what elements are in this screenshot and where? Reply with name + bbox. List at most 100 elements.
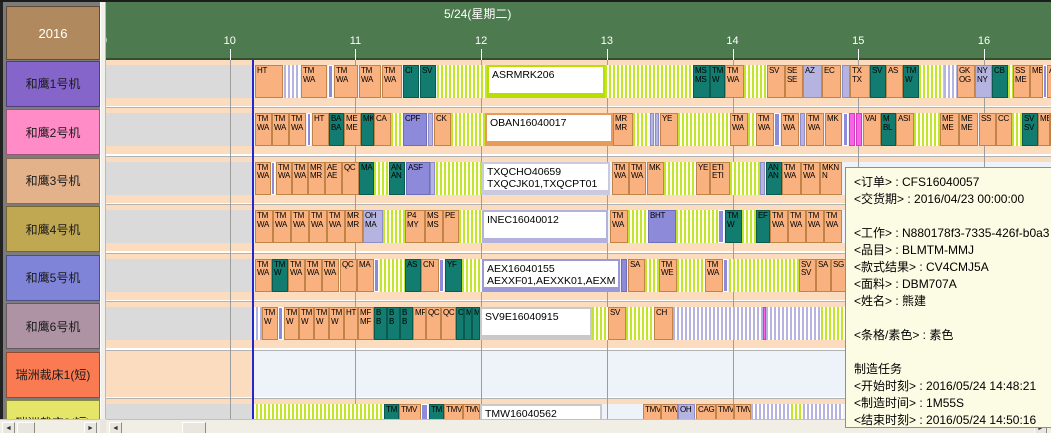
task-block[interactable] (676, 210, 718, 243)
task-block[interactable] (678, 113, 730, 146)
task-block[interactable]: AIF (1047, 65, 1051, 98)
task-block[interactable]: BHT (648, 210, 676, 243)
task-block[interactable]: M (464, 307, 472, 340)
scrollbar-thumb[interactable] (17, 422, 35, 433)
task-block[interactable] (421, 404, 428, 419)
selected-order-block[interactable]: OBAN16040017 (485, 113, 613, 146)
task-block[interactable] (664, 162, 696, 195)
task-block[interactable]: TX TX (850, 65, 870, 98)
task-block[interactable]: AS (405, 259, 421, 292)
task-block[interactable] (271, 162, 275, 195)
task-block[interactable] (842, 65, 850, 98)
task-block[interactable]: MB (1038, 113, 1050, 146)
task-block[interactable]: TM WA (255, 210, 273, 243)
task-block[interactable]: ME ME (344, 113, 361, 146)
task-block[interactable]: MS MS (425, 210, 443, 243)
task-block[interactable]: TM WE (659, 259, 677, 292)
machine-label[interactable]: 瑞洲裁床1(短) (6, 352, 100, 398)
task-block[interactable] (843, 113, 848, 146)
task-block[interactable]: MK (825, 113, 842, 146)
task-block[interactable]: TM W (710, 65, 725, 98)
task-block[interactable]: QC (340, 259, 357, 292)
task-block[interactable]: CAG (696, 404, 716, 419)
task-block[interactable] (944, 65, 957, 98)
task-block[interactable]: AS (886, 65, 903, 98)
task-block[interactable]: HT (255, 65, 283, 98)
task-block[interactable]: CK (434, 113, 451, 146)
scroll-left-icon[interactable]: ◄ (109, 422, 122, 433)
task-block[interactable]: M (472, 307, 480, 340)
task-block[interactable] (430, 162, 435, 195)
task-block[interactable]: SA (816, 259, 831, 292)
selected-order-block[interactable]: TXQCHO40659 TXQCJK01,TXQCPT01 (482, 162, 610, 195)
task-block[interactable] (626, 307, 654, 340)
machine-panel-hscrollbar[interactable]: ◄ ► (0, 419, 100, 433)
task-block[interactable] (439, 259, 444, 292)
task-block[interactable]: MF (413, 307, 426, 340)
task-block[interactable]: B B (387, 307, 400, 340)
task-block[interactable]: TM WA (305, 259, 322, 292)
task-block[interactable]: P4 MY (405, 210, 425, 243)
task-block[interactable]: TM WA (276, 162, 292, 195)
task-block[interactable]: M BL (881, 113, 896, 146)
task-block[interactable]: BA BA (329, 113, 344, 146)
task-block[interactable]: AZ (803, 65, 822, 98)
task-block[interactable]: MB (1030, 65, 1043, 98)
task-block[interactable]: ETI ETI (710, 162, 730, 195)
task-block[interactable]: TMV (734, 404, 751, 419)
task-block[interactable]: TM WA (725, 65, 744, 98)
task-block[interactable]: TM WA (289, 113, 306, 146)
task-block[interactable]: CA (374, 113, 391, 146)
task-block[interactable] (677, 259, 705, 292)
task-block[interactable]: CI (403, 65, 419, 98)
machine-label[interactable]: 和鹰6号机 (6, 303, 100, 349)
task-block[interactable] (742, 210, 756, 243)
task-block[interactable] (751, 404, 791, 419)
task-block[interactable]: TM WA (327, 210, 345, 243)
task-block[interactable]: AN AN (389, 162, 405, 195)
task-block[interactable] (462, 259, 482, 292)
task-block[interactable]: CPF (403, 113, 427, 146)
task-block[interactable]: TMV (463, 404, 480, 419)
task-block[interactable]: TM W (272, 259, 288, 292)
scrollbar-thumb[interactable] (182, 422, 206, 433)
task-block[interactable] (791, 404, 803, 419)
task-block[interactable] (380, 259, 405, 292)
task-block[interactable]: TM WA (288, 259, 305, 292)
task-block[interactable] (391, 113, 403, 146)
task-block[interactable] (760, 162, 765, 195)
task-block[interactable]: EC (822, 65, 841, 98)
task-block[interactable] (914, 113, 940, 146)
task-block[interactable]: TM WA (273, 210, 291, 243)
task-block[interactable] (374, 162, 389, 195)
task-block[interactable]: TM W (299, 307, 314, 340)
task-block[interactable] (621, 259, 627, 292)
task-block[interactable] (803, 404, 843, 419)
task-block[interactable] (673, 307, 763, 340)
task-block[interactable]: CC (996, 113, 1012, 146)
task-block[interactable]: TM WA (806, 210, 824, 243)
task-block[interactable] (459, 210, 482, 243)
task-block[interactable]: TMV (444, 404, 463, 419)
task-block[interactable]: SS (979, 113, 996, 146)
task-block[interactable] (800, 113, 805, 146)
task-block[interactable]: TM WA (770, 210, 788, 243)
task-block[interactable] (748, 113, 756, 146)
task-block[interactable]: NY NY (975, 65, 992, 98)
selected-order-block[interactable]: TMW16040562 (480, 404, 602, 419)
task-block[interactable] (774, 113, 780, 146)
task-block[interactable]: HT (344, 307, 358, 340)
task-block[interactable]: TM W (284, 307, 299, 340)
task-block[interactable] (284, 65, 300, 98)
task-block[interactable]: MA (357, 259, 374, 292)
task-block[interactable]: TM WA (291, 210, 309, 243)
task-block[interactable]: MS MS (693, 65, 710, 98)
task-block[interactable]: ASF (406, 162, 430, 195)
task-block[interactable]: SV (608, 307, 626, 340)
task-block[interactable] (729, 259, 799, 292)
task-block[interactable] (436, 162, 482, 195)
task-block[interactable]: SV SV (1022, 113, 1038, 146)
task-block[interactable]: MA (359, 162, 374, 195)
task-block[interactable]: TMV (661, 404, 678, 419)
task-block[interactable]: TM (429, 404, 444, 419)
